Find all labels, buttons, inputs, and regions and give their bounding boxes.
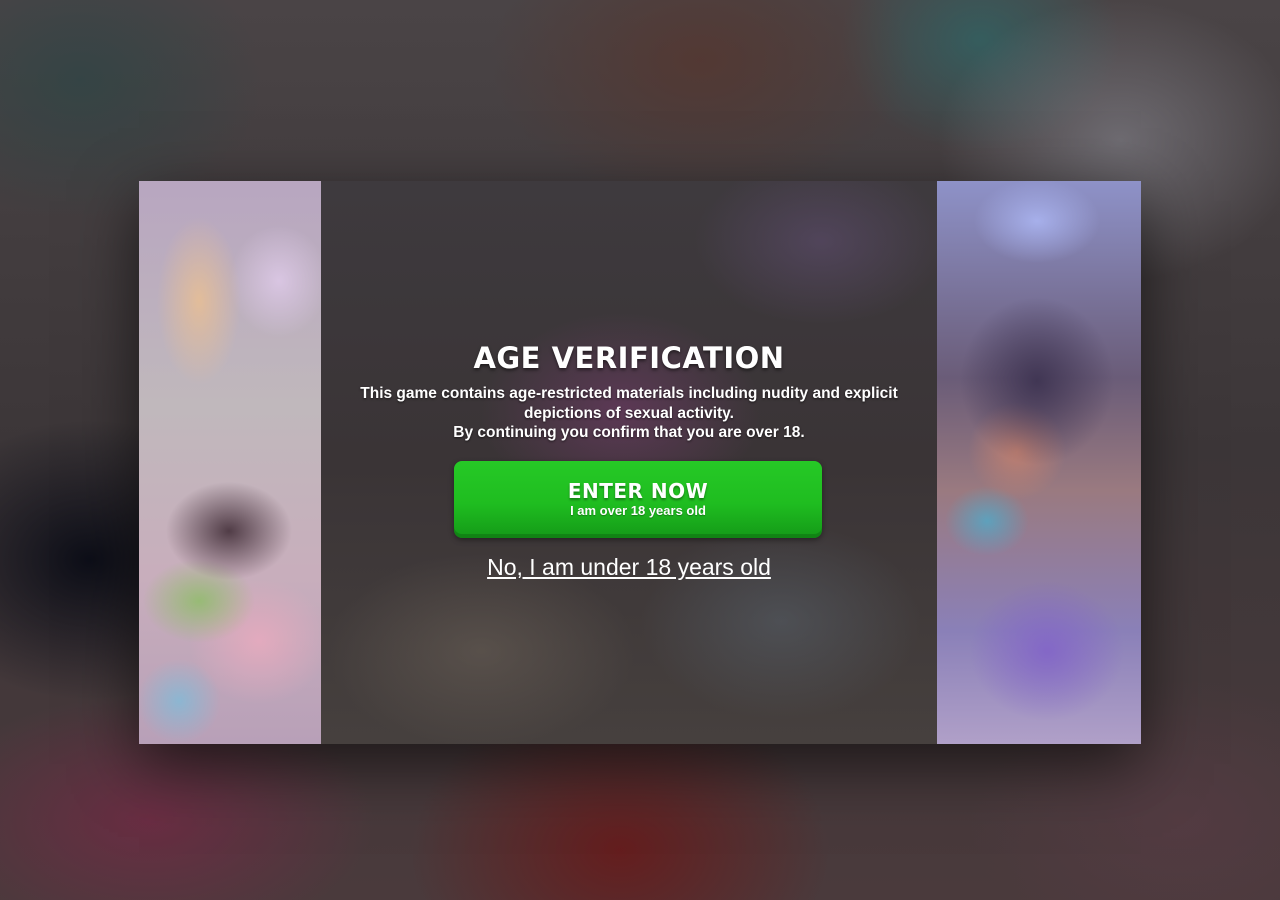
modal-content: AGE VERIFICATION This game contains age-… bbox=[321, 181, 937, 744]
age-verification-modal: AGE VERIFICATION This game contains age-… bbox=[139, 181, 1141, 744]
enter-now-label: ENTER NOW bbox=[567, 479, 709, 503]
modal-title: AGE VERIFICATION bbox=[473, 341, 785, 375]
description-line: depictions of sexual activity. bbox=[524, 404, 734, 422]
under-18-link[interactable]: No, I am under 18 years old bbox=[321, 554, 937, 581]
right-artwork-panel bbox=[937, 181, 1141, 744]
enter-now-button[interactable]: ENTER NOW I am over 18 years old bbox=[454, 461, 822, 538]
description-line: By continuing you confirm that you are o… bbox=[453, 424, 805, 441]
enter-now-sublabel: I am over 18 years old bbox=[570, 503, 706, 518]
description-line: This game contains age-restricted materi… bbox=[360, 385, 898, 402]
modal-description: This game contains age-restricted materi… bbox=[321, 384, 937, 443]
left-artwork-panel bbox=[139, 181, 321, 744]
